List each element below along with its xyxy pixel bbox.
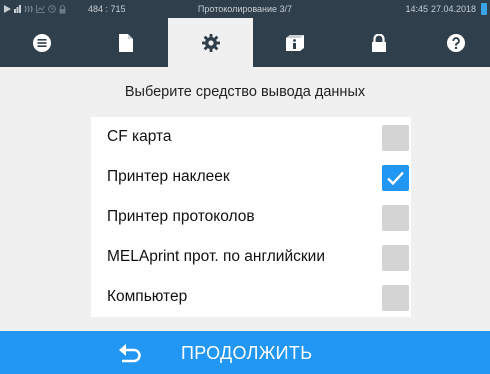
status-time: 14:45	[405, 4, 428, 14]
tab-help[interactable]	[421, 18, 490, 67]
option-cf-card[interactable]: CF карта	[91, 117, 411, 157]
option-label: Компьютер	[107, 288, 188, 305]
document-icon	[119, 33, 133, 52]
option-melaprint-english[interactable]: MELAprint прот. по английскии	[91, 237, 411, 277]
lock-icon	[371, 33, 387, 52]
checkbox-computer[interactable]	[382, 285, 409, 311]
help-icon	[446, 33, 465, 52]
continue-label: ПРОДОЛЖИТЬ	[181, 343, 313, 363]
gear-icon	[201, 33, 220, 52]
option-label: MELAprint прот. по английскии	[107, 248, 325, 265]
option-label: Принтер протоколов	[107, 208, 255, 225]
tab-bar	[0, 18, 490, 67]
checkbox-protocol-printer[interactable]	[382, 205, 409, 231]
back-arrow-icon	[119, 341, 143, 368]
checkbox-cf-card[interactable]	[382, 125, 409, 151]
output-options-list: CF карта Принтер наклеек Принтер протоко…	[91, 117, 411, 317]
status-bar: 484 : 715 Протоколирование 3/7 14:45 27.…	[0, 0, 490, 18]
tab-settings[interactable]	[168, 18, 253, 67]
info-book-icon	[286, 34, 304, 52]
battery-indicator	[481, 3, 487, 15]
page-title: Выберите средство вывода данных	[124, 84, 366, 100]
option-label: Принтер наклеек	[107, 168, 230, 185]
continue-button[interactable]: ПРОДОЛЖИТЬ	[0, 331, 490, 374]
tab-info[interactable]	[253, 18, 337, 67]
tab-document[interactable]	[84, 18, 168, 67]
checkbox-melaprint-english[interactable]	[382, 245, 409, 271]
option-label-printer[interactable]: Принтер наклеек	[91, 157, 411, 197]
list-icon	[33, 33, 51, 52]
tab-lock[interactable]	[337, 18, 421, 67]
option-label: CF карта	[107, 128, 172, 145]
status-date: 27.04.2018	[430, 4, 476, 14]
option-computer[interactable]: Компьютер	[91, 277, 411, 317]
checkmark-icon	[387, 171, 404, 186]
tab-list[interactable]	[0, 18, 84, 67]
option-protocol-printer[interactable]: Принтер протоколов	[91, 197, 411, 237]
checkbox-label-printer[interactable]	[382, 165, 409, 191]
